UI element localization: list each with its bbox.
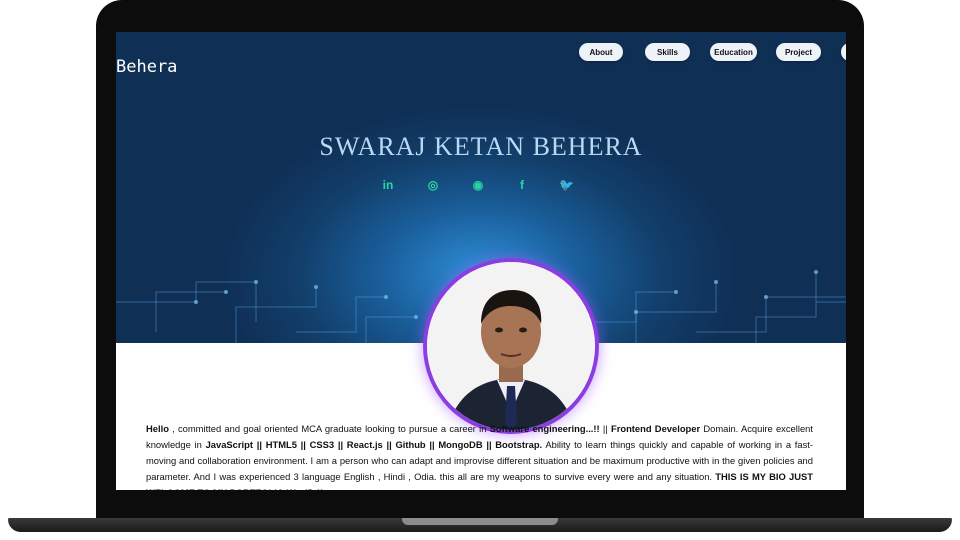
bio-part: || — [599, 423, 611, 434]
bio-skills: JavaScript || HTML5 || CSS3 || React.js … — [205, 439, 543, 450]
nav-education-button[interactable]: Education — [710, 43, 757, 61]
bio-text: Hello , committed and goal oriented MCA … — [146, 421, 813, 490]
laptop-notch — [402, 518, 558, 525]
facebook-icon[interactable]: f — [515, 178, 529, 192]
bio-part: , committed and goal oriented MCA gradua… — [168, 423, 490, 434]
github-icon[interactable]: ◉ — [471, 178, 485, 192]
social-links: in ◎ ◉ f 🐦 — [116, 178, 846, 192]
bio-highlight: Software engineering...!! — [489, 423, 600, 434]
linkedin-icon[interactable]: in — [381, 178, 395, 192]
nav-skills-button[interactable]: Skills — [645, 43, 690, 61]
twitter-icon[interactable]: 🐦 — [559, 178, 574, 192]
top-nav: About Skills Education Project — [116, 43, 846, 63]
browser-screen: Behera About Skills Education Project SW… — [116, 32, 846, 490]
profile-avatar — [427, 262, 595, 430]
bio-hello: Hello — [146, 423, 169, 434]
nav-project-button[interactable]: Project — [776, 43, 821, 61]
bio-highlight: Frontend Developer — [610, 423, 701, 434]
nav-more-button[interactable] — [841, 43, 846, 61]
profile-photo — [427, 262, 595, 430]
whatsapp-icon[interactable]: ◎ — [426, 178, 440, 192]
nav-about-button[interactable]: About — [579, 43, 623, 61]
page-title: SWARAJ KETAN BEHERA — [319, 132, 643, 161]
